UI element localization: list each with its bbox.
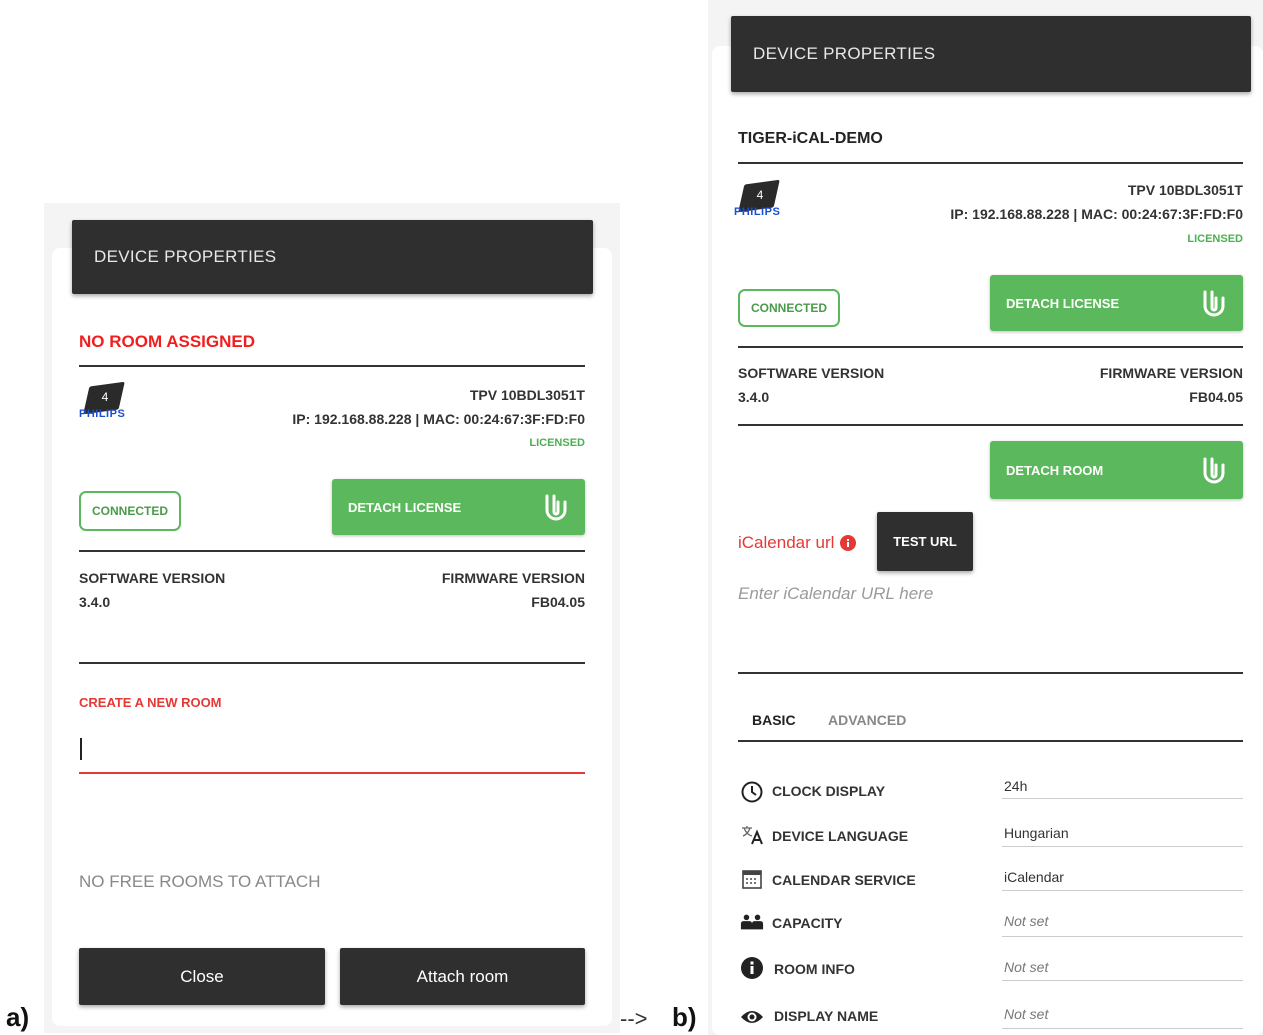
calendar-service-label: CALENDAR SERVICE (772, 872, 916, 888)
device-ip-mac: IP: 192.168.88.228 | MAC: 00:24:67:3F:FD… (950, 206, 1243, 222)
label-b: b) (672, 1002, 697, 1032)
chip-number: 4 (101, 390, 109, 404)
detach-license-label: DETACH LICENSE (348, 499, 462, 515)
eye-icon (740, 1005, 764, 1029)
create-room-input[interactable] (79, 730, 585, 774)
capacity-label: CAPACITY (772, 915, 843, 931)
philips-device-logo: 4 PHILIPS (734, 179, 794, 222)
field-underline (1002, 980, 1243, 981)
software-version-value: 3.4.0 (738, 389, 770, 405)
firmware-version-value: FB04.05 (1189, 389, 1243, 405)
no-free-rooms-message: NO FREE ROOMS TO ATTACH (79, 872, 321, 891)
room-name-title: TIGER-iCAL-DEMO (738, 130, 883, 147)
close-button[interactable]: Close (79, 948, 325, 1005)
detach-license-button[interactable]: DETACH LICENSE (332, 479, 585, 535)
brand-label: PHILIPS (79, 408, 126, 420)
detach-license-label: DETACH LICENSE (1006, 295, 1120, 311)
calendar-icon (740, 867, 764, 891)
panel-a-dialog: DEVICE PROPERTIES NO ROOM ASSIGNED 4 PHI… (52, 220, 612, 1026)
device-language-label: DEVICE LANGUAGE (772, 828, 909, 844)
label-a: a) (6, 1002, 30, 1032)
tab-basic[interactable]: BASIC (752, 712, 796, 728)
firmware-version-value: FB04.05 (531, 594, 585, 610)
display-name-label: DISPLAY NAME (774, 1008, 879, 1024)
display-name-value[interactable]: Not set (1004, 1006, 1048, 1022)
info-icon (740, 956, 764, 980)
device-language-value[interactable]: Hungarian (1004, 825, 1069, 841)
panel-b-dialog: DEVICE PROPERTIES TIGER-iCAL-DEMO 4 PHIL… (712, 16, 1263, 1035)
field-underline (1002, 1028, 1243, 1029)
calendar-service-value[interactable]: iCalendar (1004, 869, 1064, 885)
ical-url-label-text: iCalendar url (738, 533, 835, 552)
ical-url-label: iCalendar url (738, 533, 857, 553)
people-icon (740, 910, 764, 934)
field-underline (1002, 846, 1243, 847)
create-room-label: CREATE A NEW ROOM (79, 695, 222, 710)
detach-room-label: DETACH ROOM (1006, 462, 1104, 478)
license-status: LICENSED (1187, 233, 1243, 245)
software-version-label: SOFTWARE VERSION (79, 570, 226, 586)
license-status: LICENSED (529, 437, 585, 449)
philips-device-logo: 4 PHILIPS (79, 381, 139, 424)
clock-display-value[interactable]: 24h (1004, 778, 1027, 794)
detach-room-button[interactable]: DETACH ROOM (990, 441, 1243, 499)
field-underline (1002, 890, 1243, 891)
chip-number: 4 (756, 188, 764, 202)
field-underline (1002, 798, 1243, 799)
test-url-button[interactable]: TEST URL (877, 512, 973, 571)
firmware-version-label: FIRMWARE VERSION (1099, 365, 1243, 381)
room-info-label: ROOM INFO (774, 961, 855, 977)
divider (79, 365, 585, 367)
transition-arrow: --> (620, 1006, 648, 1031)
detach-license-button[interactable]: DETACH LICENSE (990, 275, 1243, 331)
room-info-value[interactable]: Not set (1004, 959, 1048, 975)
divider (738, 162, 1243, 164)
software-version-label: SOFTWARE VERSION (738, 365, 885, 381)
divider (79, 662, 585, 664)
clock-icon (740, 780, 764, 804)
ical-url-input[interactable]: Enter iCalendar URL here (738, 580, 1243, 674)
device-ip-mac: IP: 192.168.88.228 | MAC: 00:24:67:3F:FD… (292, 411, 585, 427)
divider (79, 550, 585, 552)
error-info-icon (840, 535, 857, 551)
connected-badge: CONNECTED (79, 491, 181, 531)
translate-icon (740, 823, 764, 847)
panel-b-header: DEVICE PROPERTIES (731, 16, 1251, 92)
panel-a-header: DEVICE PROPERTIES (72, 220, 593, 294)
firmware-version-label: FIRMWARE VERSION (441, 570, 585, 586)
capacity-value[interactable]: Not set (1004, 913, 1048, 929)
field-underline (1002, 936, 1243, 937)
brand-label: PHILIPS (734, 206, 781, 218)
detach-icon (1203, 290, 1225, 317)
tabs-divider (738, 740, 1243, 742)
header-title: DEVICE PROPERTIES (753, 44, 936, 63)
divider (738, 424, 1243, 426)
device-model: TPV 10BDL3051T (469, 387, 585, 403)
detach-icon (545, 494, 567, 521)
detach-icon (1203, 457, 1225, 484)
tab-advanced[interactable]: ADVANCED (828, 712, 906, 728)
text-caret (80, 738, 82, 760)
connected-badge: CONNECTED (738, 289, 840, 327)
attach-room-button[interactable]: Attach room (340, 948, 585, 1005)
header-title: DEVICE PROPERTIES (94, 247, 277, 266)
no-room-assigned-title: NO ROOM ASSIGNED (79, 332, 255, 351)
device-model: TPV 10BDL3051T (1127, 182, 1243, 198)
clock-display-label: CLOCK DISPLAY (772, 783, 886, 799)
software-version-value: 3.4.0 (79, 594, 111, 610)
divider (738, 346, 1243, 348)
ical-url-placeholder: Enter iCalendar URL here (738, 584, 934, 603)
